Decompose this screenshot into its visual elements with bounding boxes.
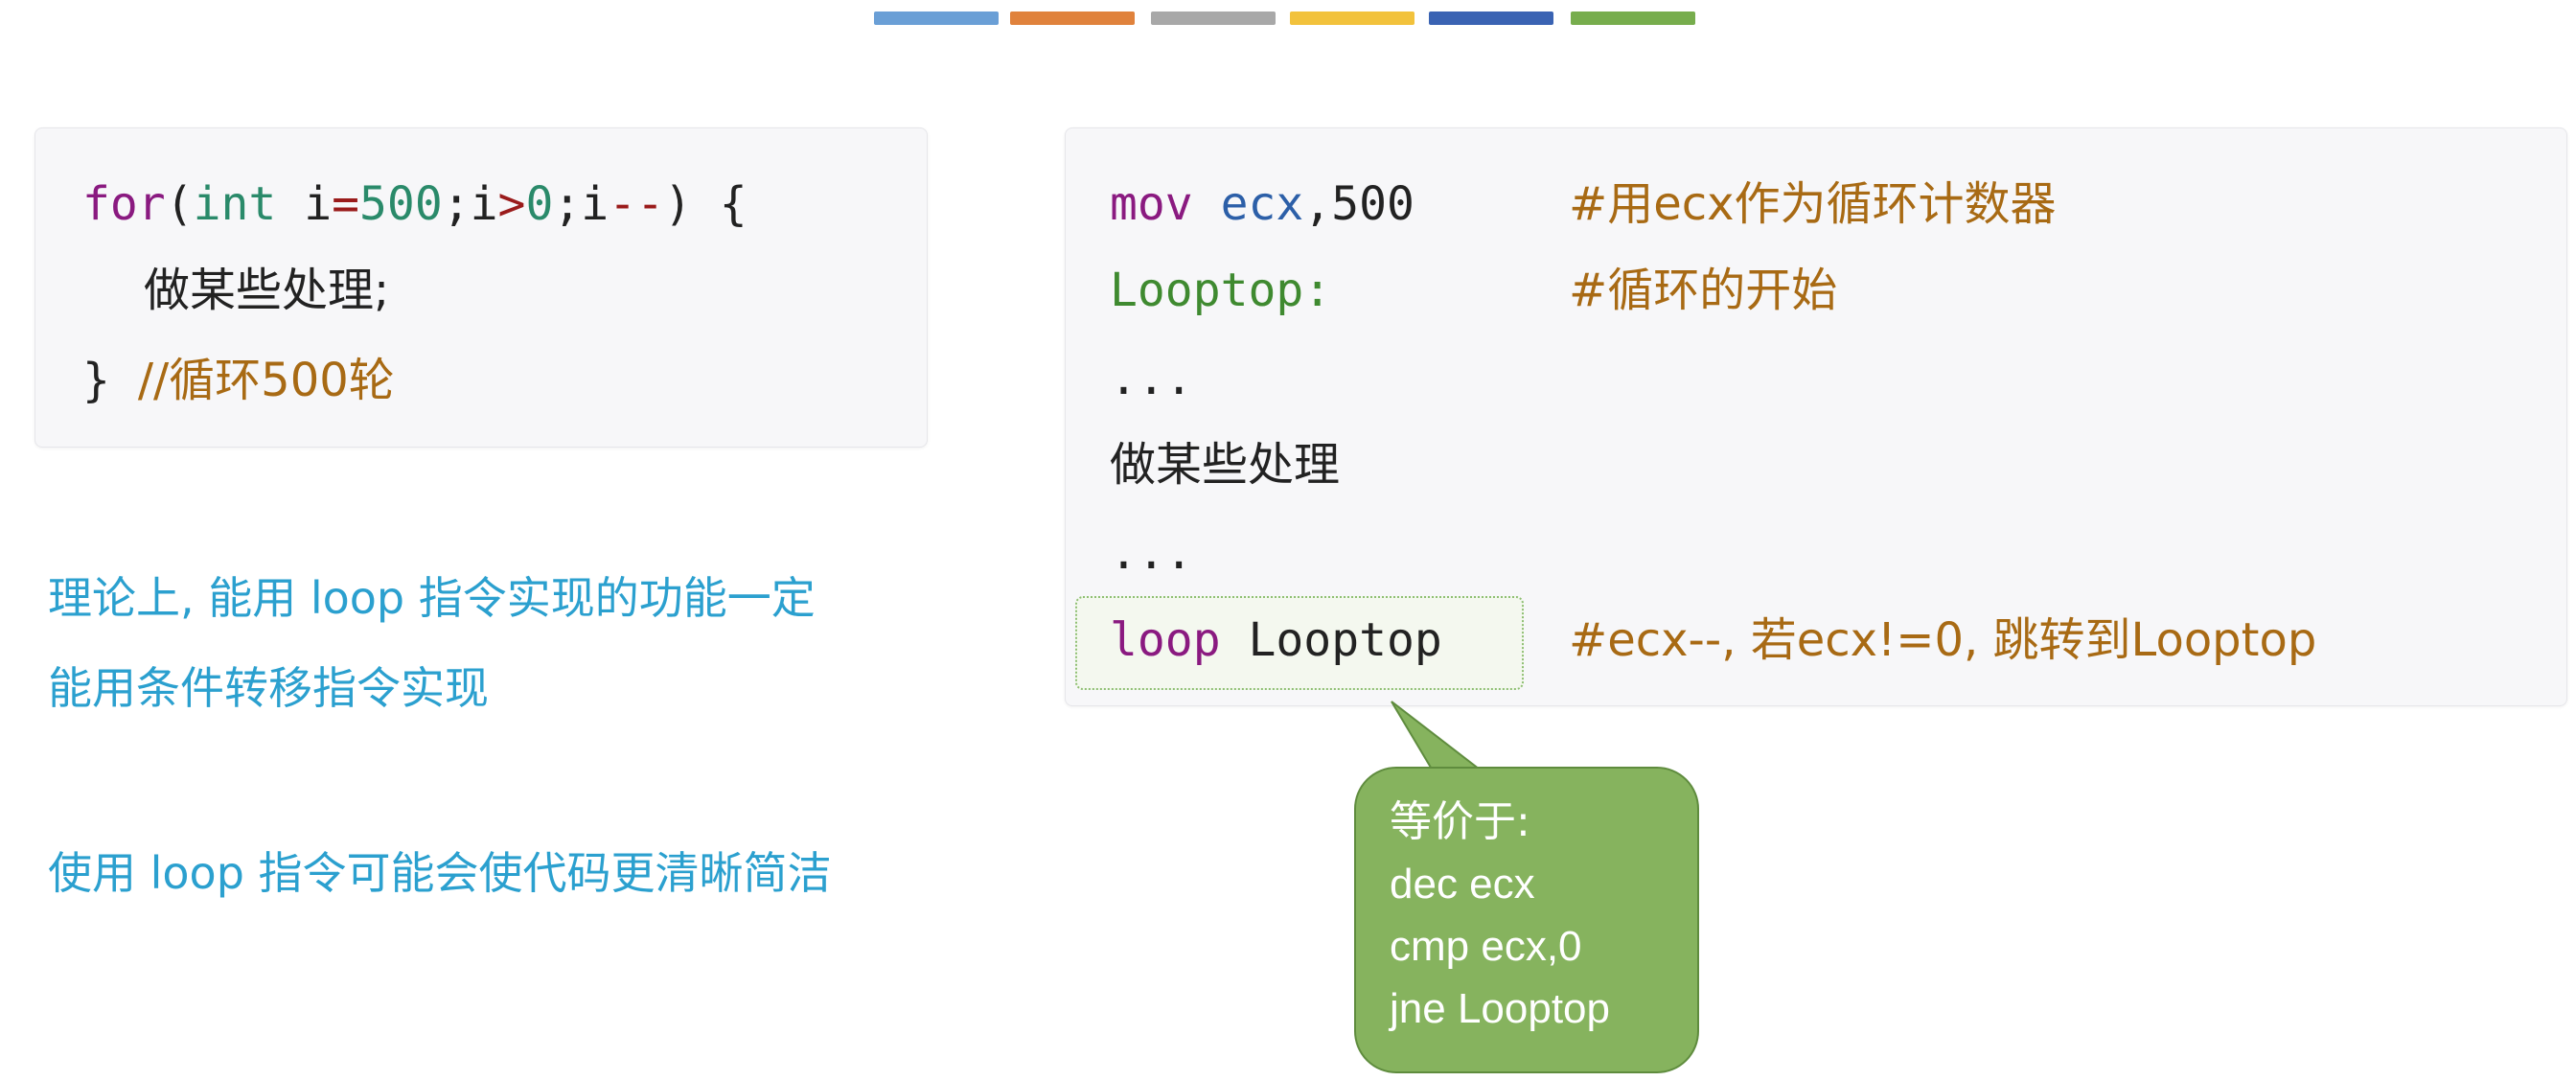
callout-line-2: dec ecx [1390,861,1535,908]
asm-ellipsis-2: ... [1110,526,1193,580]
number-0: 0 [525,177,554,231]
keyword-for: for [82,177,166,231]
note-1-line-2: 能用条件转移指令实现 [48,662,489,714]
callout-line-4: jne Looptop [1390,985,1610,1032]
c-code-line-3: } //循环500轮 [82,352,395,409]
asm-comment-loop: #ecx--, 若ecx!=0, 跳转到Looptop [1569,613,2317,667]
asm-register-ecx: ecx [1220,177,1304,231]
header-color-strip-4 [1290,12,1414,25]
operator-assign: = [332,177,360,231]
asm-loop: loop [1110,613,1221,667]
callout-line-3: cmp ecx,0 [1390,923,1582,970]
brace-open: { [691,177,748,231]
header-color-strip-2 [1010,12,1135,25]
asm-loop-target: Looptop [1248,613,1442,667]
note-2: 使用 loop 指令可能会使代码更清晰简洁 [48,847,832,899]
brace-close: } [82,354,110,407]
asm-mov: mov [1110,177,1193,231]
header-color-strip-1 [874,12,999,25]
number-500: 500 [359,177,443,231]
c-comment: //循环500轮 [137,354,395,407]
operator-gt: > [497,177,526,231]
var-i: i [304,177,333,231]
callout-text: 等价于: dec ecx cmp ecx,0 jne Looptop [1390,791,1610,1040]
header-color-strip-3 [1151,12,1276,25]
asm-ellipsis-1: ... [1110,352,1193,405]
asm-comment-1: #用ecx作为循环计数器 [1569,177,2057,231]
c-code-line-2: 做某些处理; [144,264,390,317]
operator-decrement: -- [609,177,664,231]
asm-body-text: 做某些处理 [1110,438,1341,492]
var-i: i [581,177,610,231]
paren: ( [165,177,194,231]
paren: ) [663,177,692,231]
asm-comment-2: #循环的开始 [1569,264,1838,317]
semicolon: ; [553,177,582,231]
var-i: i [470,177,498,231]
asm-line-loop: loop Looptop [1110,611,1442,669]
asm-operand: ,500 [1303,177,1414,231]
keyword-int: int [193,177,277,231]
callout-line-1: 等价于: [1390,797,1530,846]
header-color-strip-5 [1429,12,1553,25]
note-1-line-1: 理论上, 能用 loop 指令实现的功能一定 [48,572,816,624]
asm-line-1: mov ecx,500 [1110,175,1414,233]
asm-label-looptop: Looptop: [1110,264,1332,317]
header-color-strip-6 [1571,12,1695,25]
c-code-line-1: for(int i=500;i>0;i--) { [82,175,748,233]
semicolon: ; [442,177,471,231]
